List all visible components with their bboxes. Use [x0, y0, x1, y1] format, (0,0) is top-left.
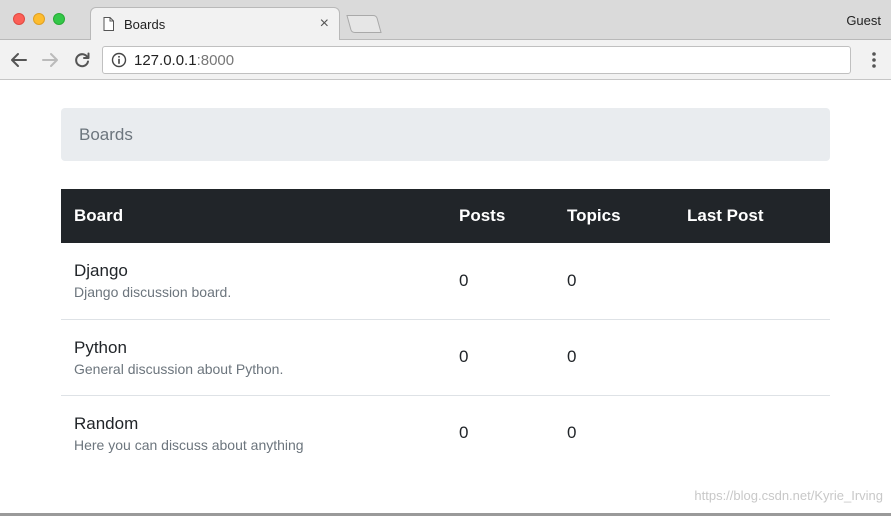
forward-arrow-icon[interactable] — [40, 50, 60, 70]
topics-count: 0 — [567, 423, 577, 443]
board-description: General discussion about Python. — [74, 360, 284, 377]
last-post-cell — [674, 243, 830, 320]
tab-strip: Boards × Guest — [0, 0, 891, 41]
menu-dots-icon[interactable] — [871, 51, 877, 69]
breadcrumb-item-boards: Boards — [79, 125, 133, 144]
board-name-link[interactable]: Random — [74, 414, 446, 434]
url-host: 127.0.0.1 — [134, 52, 197, 69]
board-description: Here you can discuss about anything — [74, 436, 304, 453]
breadcrumb: Boards — [61, 108, 830, 161]
header-posts: Posts — [446, 189, 554, 243]
profile-name[interactable]: Guest — [846, 13, 881, 28]
maximize-window-button[interactable] — [53, 13, 65, 25]
url-text[interactable]: 127.0.0.1:8000 — [134, 52, 234, 69]
board-name-link[interactable]: Python — [74, 338, 446, 358]
topics-count: 0 — [554, 243, 674, 320]
topics-count: 0 — [554, 319, 674, 396]
table-row: Python General discussion about Python. … — [61, 319, 830, 396]
tab-close-icon[interactable]: × — [320, 14, 329, 34]
header-board: Board — [61, 189, 446, 243]
info-icon[interactable] — [111, 52, 127, 68]
address-bar[interactable]: 127.0.0.1:8000 — [102, 46, 851, 74]
page-icon — [103, 17, 114, 31]
tab-boards[interactable]: Boards × — [90, 7, 340, 41]
tab-title: Boards — [124, 17, 166, 32]
table-row: Django Django discussion board. 0 0 — [61, 243, 830, 320]
posts-count: 0 — [459, 423, 469, 443]
board-cell: Django Django discussion board. — [61, 243, 446, 320]
board-cell: Python General discussion about Python. — [61, 319, 446, 396]
board-description: Django discussion board. — [74, 284, 232, 301]
table-row: Random Here you can discuss about anythi… — [61, 395, 830, 471]
posts-count: 0 — [446, 243, 554, 320]
new-tab-button[interactable] — [346, 15, 382, 33]
last-post-cell — [674, 319, 830, 396]
browser-toolbar: 127.0.0.1:8000 — [0, 40, 891, 80]
board-name-link[interactable]: Django — [74, 261, 446, 281]
header-topics: Topics — [554, 189, 674, 243]
table-header: Board Posts Topics Last Post — [61, 189, 830, 243]
reload-icon[interactable] — [72, 50, 92, 70]
header-last-post: Last Post — [674, 189, 830, 243]
url-port: :8000 — [196, 52, 235, 69]
boards-table: Board Posts Topics Last Post Django Djan… — [61, 189, 830, 471]
back-arrow-icon[interactable] — [9, 50, 29, 70]
close-window-button[interactable] — [13, 13, 25, 25]
board-cell: Random Here you can discuss about anythi… — [61, 395, 446, 471]
watermark-text: https://blog.csdn.net/Kyrie_Irving — [694, 488, 883, 503]
browser-window: Boards × Guest 127.0.0.1:8000 Boards Boa… — [0, 0, 891, 516]
posts-count: 0 — [446, 319, 554, 396]
last-post-cell — [674, 395, 830, 471]
minimize-window-button[interactable] — [33, 13, 45, 25]
header-row: Board Posts Topics Last Post — [61, 189, 830, 243]
